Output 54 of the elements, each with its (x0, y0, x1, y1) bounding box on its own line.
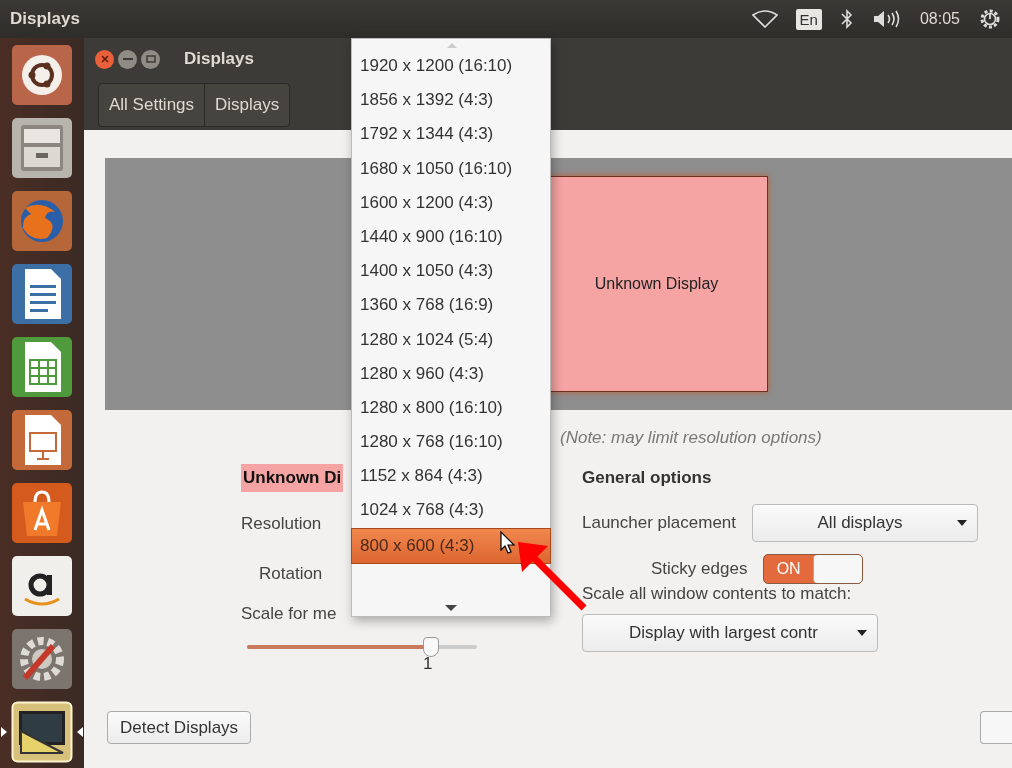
gear-icon[interactable] (978, 7, 1002, 31)
slider-thumb[interactable] (423, 637, 439, 657)
app-icon[interactable] (11, 44, 73, 106)
general-options-heading: General options (582, 467, 713, 489)
rotation-label: Rotation (259, 564, 324, 584)
resolution-option[interactable]: 1920 x 1200 (16:10) (352, 49, 550, 84)
detect-displays-button[interactable]: Detect Displays (107, 711, 252, 744)
keyboard-layout-indicator[interactable]: En (795, 8, 822, 30)
dropdown-arrow-icon (857, 630, 867, 636)
close-icon (100, 55, 109, 63)
app-icon[interactable] (11, 482, 73, 544)
resolution-option[interactable]: 1024 x 768 (4:3) (352, 493, 550, 528)
resolution-option[interactable]: 800 x 600 (4:3) (351, 527, 551, 564)
scale-display-dropdown[interactable]: Display with largest contr (582, 614, 878, 652)
volume-icon[interactable] (871, 8, 902, 30)
window-title: Displays (184, 49, 254, 69)
minimize-icon (122, 57, 133, 61)
close-button[interactable] (95, 49, 114, 69)
scale-all-label: Scale all window contents to match: (582, 584, 853, 604)
display-name-heading: Unknown Di (241, 464, 344, 492)
breadcrumb-button[interactable]: Displays (205, 84, 290, 126)
dropdown-arrow-icon (957, 520, 968, 526)
app-icon[interactable] (11, 117, 73, 179)
app-icon[interactable] (11, 701, 73, 763)
app-title: Displays (10, 9, 80, 29)
mouse-pointer-icon (500, 531, 516, 555)
resolution-option[interactable]: 1792 x 1344 (4:3) (352, 117, 550, 152)
scale-label: Scale for me (241, 604, 337, 624)
display-label: Unknown Display (594, 275, 719, 293)
clock[interactable]: 08:05 (919, 10, 960, 28)
resolution-option[interactable]: 1152 x 864 (4:3) (352, 459, 550, 494)
app-icon[interactable] (11, 263, 73, 325)
app-icon[interactable] (11, 336, 73, 398)
launcher-placement-label: Launcher placement (582, 513, 737, 533)
scale-slider[interactable] (247, 636, 477, 658)
app-icon[interactable] (11, 409, 73, 471)
launcher-placement-dropdown[interactable]: All displays (752, 504, 979, 542)
scroll-down-icon[interactable] (445, 605, 457, 611)
bluetooth-icon[interactable] (839, 8, 854, 30)
wifi-icon[interactable] (751, 10, 778, 28)
resolution-option[interactable]: 1280 x 800 (16:10) (352, 390, 550, 426)
resolution-option[interactable]: 1280 x 768 (16:10) (352, 425, 550, 460)
minimize-button[interactable] (118, 49, 137, 69)
resolution-label: Resolution (241, 514, 323, 534)
maximize-button[interactable] (141, 49, 160, 69)
resolution-option[interactable]: 1856 x 1392 (4:3) (352, 83, 550, 118)
running-indicator-icon (1, 727, 7, 737)
sticky-edges-label: Sticky edges (651, 559, 748, 579)
app-icon[interactable] (11, 555, 73, 617)
maximize-icon (145, 55, 156, 63)
note-text: (Note: may limit resolution options) (560, 428, 823, 449)
scale-value: 1 (423, 654, 434, 674)
app-icon[interactable] (11, 628, 73, 690)
breadcrumb-button[interactable]: All Settings (99, 84, 206, 126)
